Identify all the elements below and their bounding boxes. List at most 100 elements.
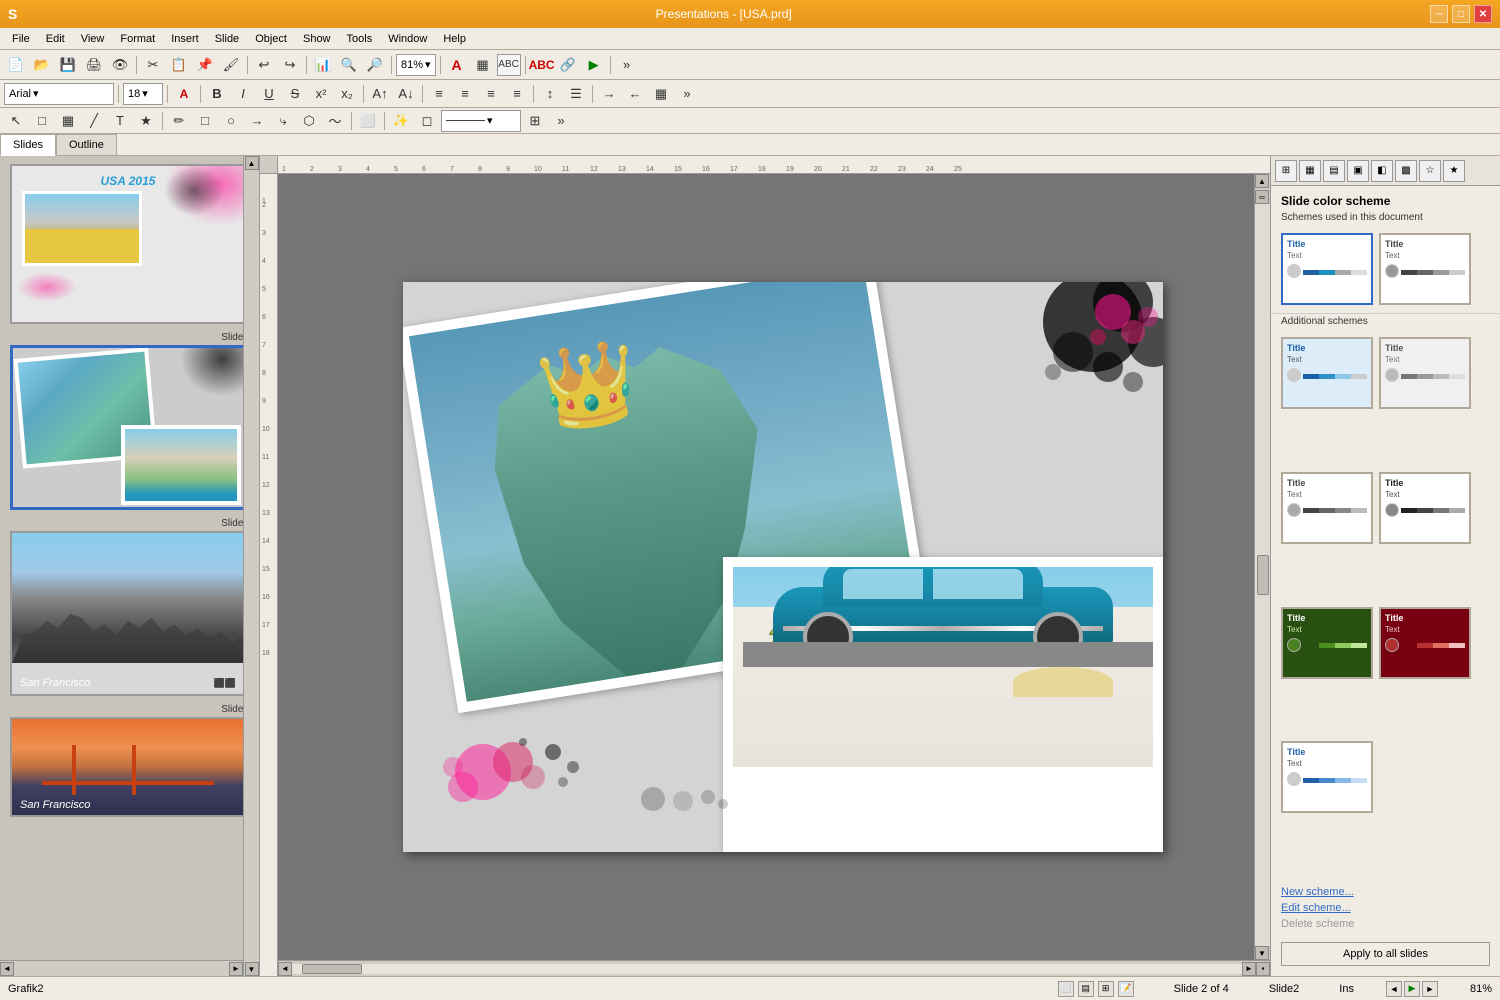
scheme-card-add-4[interactable]: Title Text [1379,472,1471,544]
text-button[interactable]: A [445,54,469,76]
superscript-button[interactable]: x² [309,83,333,105]
menu-file[interactable]: File [4,31,38,47]
align-left-button[interactable]: ≡ [427,83,451,105]
menu-insert[interactable]: Insert [163,31,207,47]
draw-connector-button[interactable]: ⤷ [271,110,295,132]
slide-scroll-split[interactable]: ═ [1255,190,1269,204]
draw-select-button[interactable]: ↖ [4,110,28,132]
draw-shadow-button[interactable]: ◻ [415,110,439,132]
play-slide-btn[interactable]: ▶ [1404,981,1420,997]
new-scheme-link[interactable]: New scheme... [1281,886,1490,898]
redo-button[interactable]: ↪ [278,54,302,76]
indent-more-button[interactable]: → [597,83,621,105]
new-button[interactable]: 📄 [4,54,28,76]
more-button[interactable]: » [615,54,639,76]
copy-button[interactable]: 📋 [167,54,191,76]
status-notes-btn[interactable]: 📝 [1118,981,1134,997]
menu-help[interactable]: Help [435,31,474,47]
bullets-button[interactable]: ☰ [564,83,588,105]
tab-outline[interactable]: Outline [56,134,117,155]
rp-btn-4[interactable]: ▣ [1347,160,1369,182]
italic-button[interactable]: I [231,83,255,105]
play-button[interactable]: ▶ [582,54,606,76]
slide-thumb-4[interactable]: Slide4 San Francisco [10,704,249,817]
align-right-button[interactable]: ≡ [479,83,503,105]
find-button[interactable]: 🔎 [363,54,387,76]
tab-slides[interactable]: Slides [0,134,56,156]
menu-view[interactable]: View [73,31,113,47]
rp-btn-6[interactable]: ▩ [1395,160,1417,182]
columns-button[interactable]: ▦ [649,83,673,105]
draw-line-style-dropdown[interactable]: ───── ▾ [441,110,521,132]
scheme-card-add-3[interactable]: Title Text [1281,472,1373,544]
menu-format[interactable]: Format [112,31,163,47]
spell-button[interactable]: ABC [530,54,554,76]
photo-hotel-car[interactable]: 🌴 🌴 🌴 🌴 [723,557,1163,852]
scheme-card-used-1[interactable]: Title Text [1281,233,1373,305]
slide-thumb-3[interactable]: Slide3 San Francisco ⬛⬛ [10,518,249,696]
hscroll-right[interactable]: ► [229,962,243,976]
slide-thumb-1[interactable]: USA 2015 [10,164,249,324]
scheme-card-add-6[interactable]: Title Text [1379,607,1471,679]
rp-btn-1[interactable]: ⊞ [1275,160,1297,182]
menu-window[interactable]: Window [380,31,435,47]
cut-button[interactable]: ✂ [141,54,165,76]
slide-scroll-down[interactable]: ▼ [1255,946,1269,960]
draw-text-button[interactable]: T [108,110,132,132]
zoom-dropdown[interactable]: 81% ▾ [396,54,436,76]
draw-arrow-button[interactable]: → [245,110,269,132]
rp-btn-8[interactable]: ★ [1443,160,1465,182]
bold-button[interactable]: B [205,83,229,105]
scheme-card-used-2[interactable]: Title Text [1379,233,1471,305]
preview-button[interactable]: 👁 [108,54,132,76]
draw-grid-button[interactable]: ⊞ [523,110,547,132]
justify-button[interactable]: ≡ [505,83,529,105]
draw-pencil-button[interactable]: ✏ [167,110,191,132]
draw-polygon-button[interactable]: ⬡ [297,110,321,132]
menu-object[interactable]: Object [247,31,295,47]
rp-btn-5[interactable]: ◧ [1371,160,1393,182]
draw-lines-button[interactable]: ╱ [82,110,106,132]
save-button[interactable]: 💾 [56,54,80,76]
rp-btn-7[interactable]: ☆ [1419,160,1441,182]
rp-btn-3[interactable]: ▤ [1323,160,1345,182]
draw-ellipse-button[interactable]: ○ [219,110,243,132]
slide-scroll-up[interactable]: ▲ [1255,174,1269,188]
paste-button[interactable]: 📌 [193,54,217,76]
slide-panel-hscroll[interactable]: ◄ ► [0,960,243,976]
next-slide-btn[interactable]: ► [1422,981,1438,997]
scheme-card-add-2[interactable]: Title Text [1379,337,1471,409]
draw-special-button[interactable]: ★ [134,110,158,132]
slide-thumb-2[interactable]: Slide2 [10,332,249,510]
align-center-button[interactable]: ≡ [453,83,477,105]
apply-to-slides-button[interactable]: Apply to all slides [1281,942,1490,966]
scheme-card-add-5[interactable]: Title Text [1281,607,1373,679]
draw-more-button[interactable]: » [549,110,573,132]
edit-scheme-link[interactable]: Edit scheme... [1281,902,1490,914]
maximize-button[interactable]: □ [1452,5,1470,23]
undo-button[interactable]: ↩ [252,54,276,76]
font-name-dropdown[interactable]: Arial ▾ [4,83,114,105]
prev-slide-btn[interactable]: ◄ [1386,981,1402,997]
status-design-btn[interactable]: ⬜ [1058,981,1074,997]
font-color-button[interactable]: A [172,83,196,105]
status-sorter-btn[interactable]: ⊞ [1098,981,1114,997]
scheme-card-add-1[interactable]: Title Text [1281,337,1373,409]
print-button[interactable]: 🖨 [82,54,106,76]
underline-button[interactable]: U [257,83,281,105]
slide-hscroll-left[interactable]: ◄ [278,962,292,976]
increase-size-button[interactable]: A↑ [368,83,392,105]
strikethrough-button[interactable]: S [283,83,307,105]
scheme-card-add-7[interactable]: Title Text [1281,741,1373,813]
slide-hscrollbar[interactable]: ◄ ► ▪ [278,960,1270,976]
scroll-down-arrow[interactable]: ▼ [245,962,259,976]
slide-vscrollbar[interactable]: ▲ ═ ▼ [1254,174,1270,960]
scroll-up-arrow[interactable]: ▲ [245,156,259,170]
table-button[interactable]: ▦ [471,54,495,76]
indent-less-button[interactable]: ← [623,83,647,105]
draw-effects-button[interactable]: ✨ [389,110,413,132]
minimize-button[interactable]: ─ [1430,5,1448,23]
font-size-dropdown[interactable]: 18 ▾ [123,83,163,105]
close-button[interactable]: ✕ [1474,5,1492,23]
status-outline-btn[interactable]: ▤ [1078,981,1094,997]
